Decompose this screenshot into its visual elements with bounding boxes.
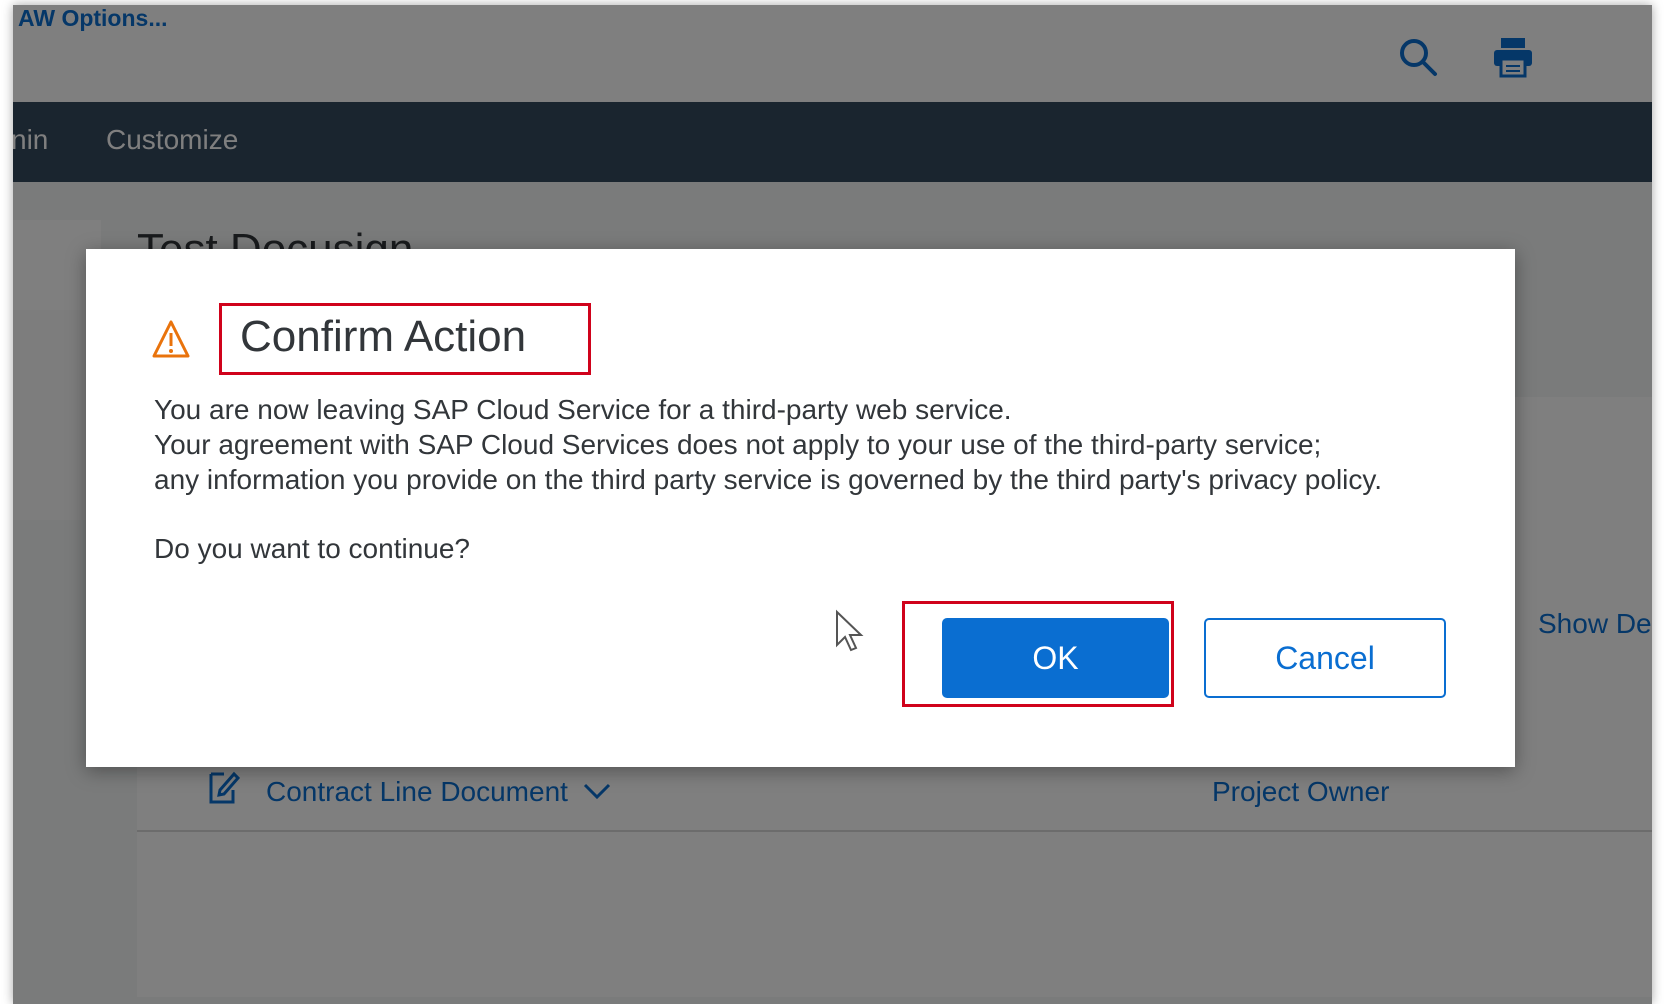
confirm-dialog: Confirm Action You are now leaving SAP C… bbox=[86, 249, 1515, 767]
dialog-title: Confirm Action bbox=[240, 312, 527, 361]
dialog-question: Do you want to continue? bbox=[154, 533, 470, 564]
cancel-button[interactable]: Cancel bbox=[1204, 618, 1446, 698]
ok-button[interactable]: OK bbox=[942, 618, 1169, 698]
dialog-message-line-3: any information you provide on the third… bbox=[154, 464, 1383, 495]
warning-icon bbox=[152, 320, 190, 358]
dialog-message-line-1: You are now leaving SAP Cloud Service fo… bbox=[154, 394, 1012, 425]
dialog-message-line-2: Your agreement with SAP Cloud Services d… bbox=[154, 429, 1322, 460]
mouse-cursor-icon bbox=[836, 609, 864, 652]
